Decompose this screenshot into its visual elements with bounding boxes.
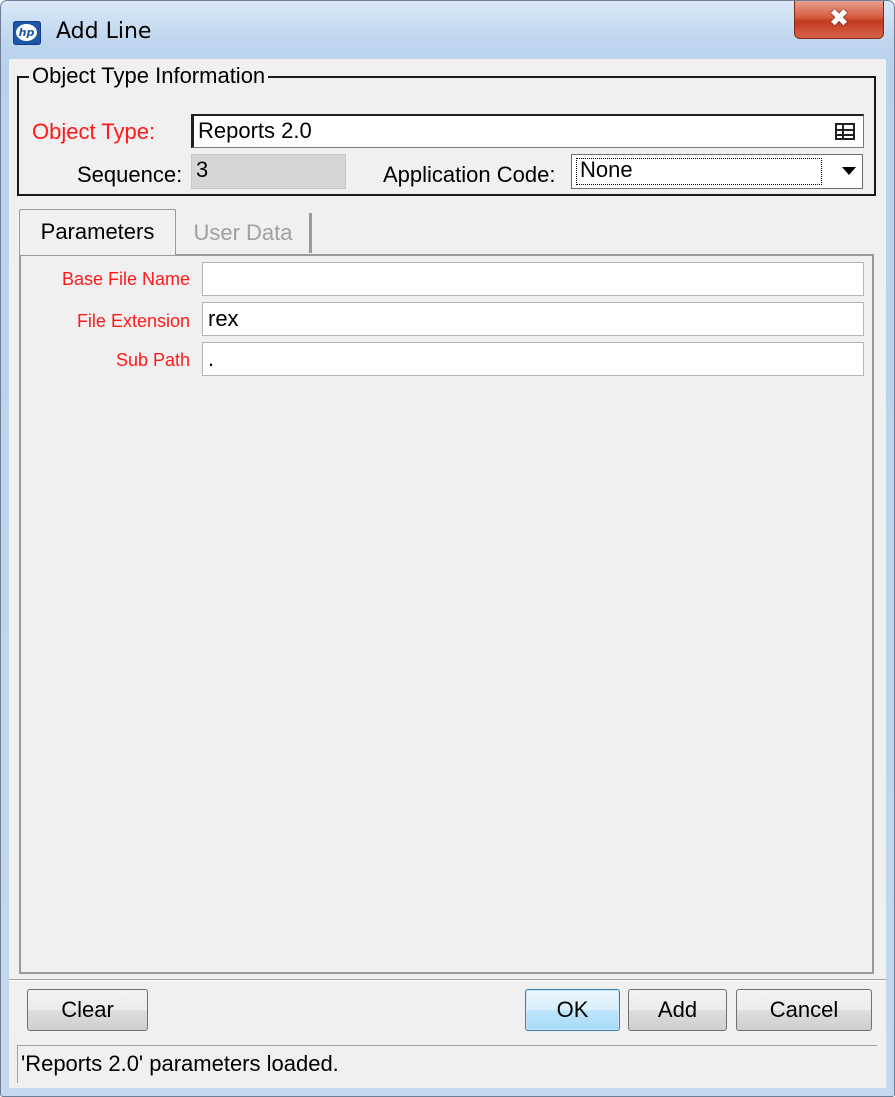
ok-button[interactable]: OK — [525, 989, 620, 1031]
file-extension-input[interactable]: rex — [202, 302, 864, 336]
close-icon: ✖ — [828, 4, 850, 32]
sub-path-input[interactable]: . — [202, 342, 864, 376]
add-button[interactable]: Add — [628, 989, 727, 1031]
object-type-group: Object Type Information Object Type: Rep… — [17, 62, 876, 196]
status-text: 'Reports 2.0' parameters loaded. — [21, 1051, 339, 1076]
base-file-name-input[interactable] — [202, 262, 864, 296]
application-code-label: Application Code: — [383, 162, 556, 187]
tab-user-data[interactable]: User Data — [177, 213, 312, 253]
clear-button[interactable]: Clear — [27, 989, 148, 1031]
window-title: Add Line — [56, 19, 152, 44]
table-lookup-icon[interactable] — [835, 123, 855, 140]
button-separator — [9, 979, 886, 981]
parameters-panel: Base File Name File Extension rex Sub Pa… — [19, 254, 874, 974]
close-button[interactable]: ✖ — [794, 1, 884, 39]
sequence-label: Sequence: — [77, 162, 183, 187]
tab-parameters[interactable]: Parameters — [19, 209, 176, 255]
cancel-button[interactable]: Cancel — [736, 989, 872, 1031]
dialog-body: Object Type Information Object Type: Rep… — [9, 59, 886, 1088]
hp-logo-icon: hp — [13, 21, 41, 45]
file-extension-label: File Extension — [76, 311, 190, 331]
object-type-group-legend: Object Type Information — [29, 62, 269, 90]
object-type-field[interactable]: Reports 2.0 — [191, 114, 864, 148]
application-code-select[interactable]: None — [571, 154, 863, 189]
add-line-dialog: hp Add Line ✖ Object Type Information Ob… — [0, 0, 895, 1097]
status-bar: 'Reports 2.0' parameters loaded. — [17, 1045, 877, 1083]
sequence-field: 3 — [191, 154, 346, 189]
sequence-value: 3 — [196, 157, 209, 182]
object-type-value: Reports 2.0 — [198, 118, 312, 143]
object-type-label: Object Type: — [32, 119, 156, 144]
chevron-down-icon[interactable] — [842, 167, 856, 175]
title-bar[interactable]: hp Add Line ✖ — [1, 1, 894, 59]
combo-focus-rect — [576, 158, 822, 185]
sub-path-label: Sub Path — [115, 350, 190, 370]
base-file-name-label: Base File Name — [61, 269, 190, 289]
